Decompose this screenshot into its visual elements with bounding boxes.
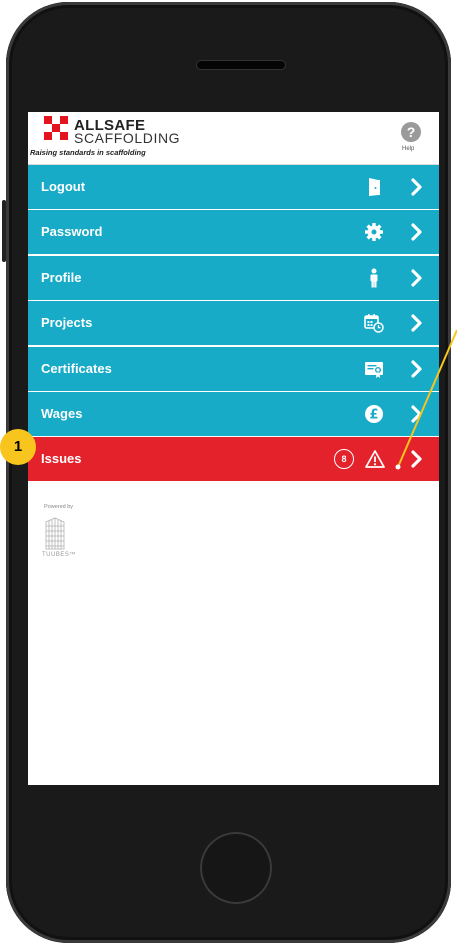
step-number-badge: 1 [0,429,36,465]
chevron-right-icon [411,269,422,287]
main-menu: Logout Password Profile Projects Certifi… [28,165,439,483]
menu-item-projects[interactable]: Projects [28,301,439,346]
app-header: ALLSAFE SCAFFOLDING Raising standards in… [28,112,439,165]
brand-tagline: Raising standards in scaffolding [30,148,146,157]
home-button[interactable] [200,832,272,904]
menu-item-certificates[interactable]: Certificates [28,346,439,391]
chevron-right-icon [411,450,422,468]
certificate-icon [365,361,383,378]
tuubes-label: TUUBES™ [42,552,76,558]
door-icon [369,178,380,196]
menu-item-password[interactable]: Password [28,210,439,255]
menu-item-wages[interactable]: Wages £ [28,391,439,436]
menu-item-label: Projects [41,315,93,331]
issues-count-badge: 8 [334,449,354,470]
menu-item-label: Wages [41,405,83,421]
menu-item-label: Password [41,224,103,240]
menu-item-issues[interactable]: Issues 8 [28,437,439,482]
pound-coin-icon: £ [365,404,383,423]
tuubes-logo-icon [45,517,65,550]
help-label[interactable]: Help [402,146,414,152]
warning-icon [365,450,385,469]
chevron-right-icon [411,405,422,423]
powered-by-label: Powered by [44,504,74,510]
menu-item-label: Issues [41,451,82,467]
speaker-grille [196,60,286,70]
chevron-right-icon [411,178,422,196]
menu-item-label: Logout [41,179,86,194]
menu-item-profile[interactable]: Profile [28,255,439,300]
person-icon [370,268,378,288]
menu-item-label: Profile [41,269,82,285]
app-screen: ALLSAFE SCAFFOLDING Raising standards in… [28,112,439,785]
menu-item-logout[interactable]: Logout [28,165,439,209]
chevron-right-icon [411,359,422,378]
menu-item-label: Certificates [41,360,112,376]
allsafe-logo-icon [44,116,70,142]
chevron-right-icon [411,314,422,332]
calendar-clock-icon [364,314,384,333]
chevron-right-icon [411,223,422,241]
help-icon[interactable]: ? [401,122,421,142]
gear-icon [365,223,383,242]
brand-subname: SCAFFOLDING [74,130,181,146]
svg-text:£: £ [369,407,378,422]
side-button [2,200,6,262]
